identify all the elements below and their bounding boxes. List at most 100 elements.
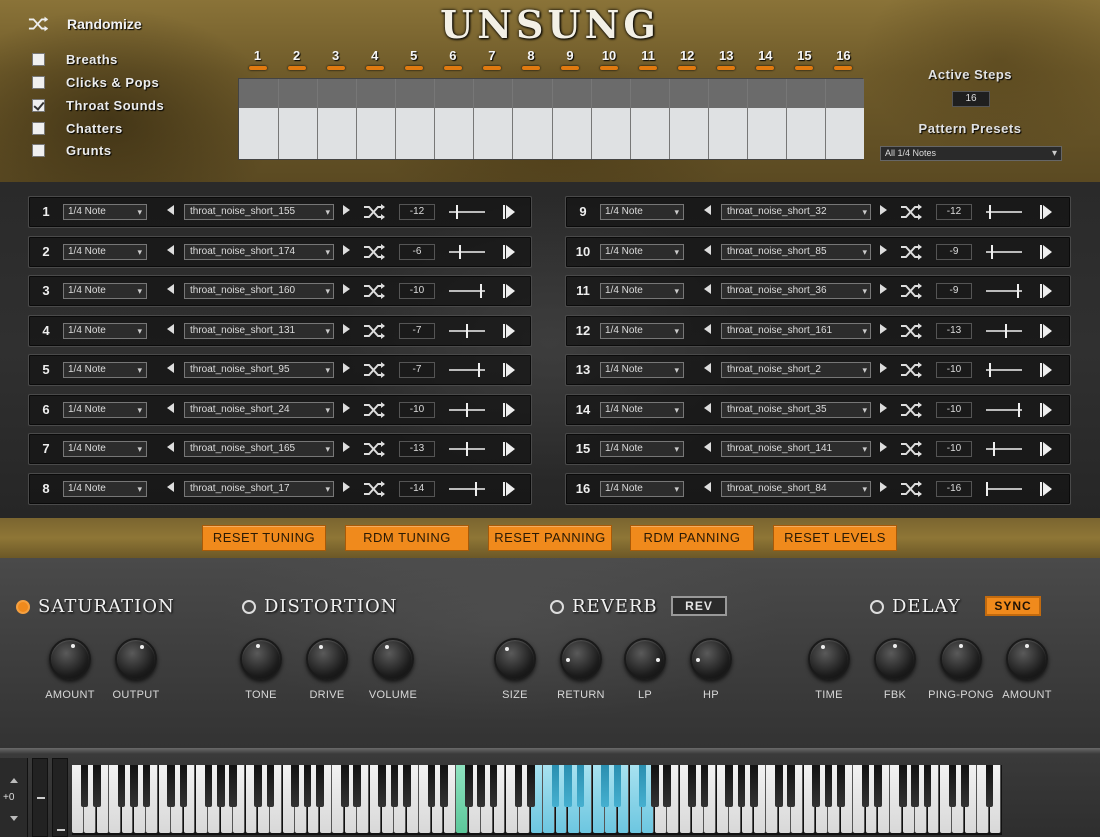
- step-number[interactable]: 1: [238, 48, 277, 70]
- next-sample-icon[interactable]: [343, 205, 350, 215]
- black-key[interactable]: [353, 765, 361, 807]
- sample-dropdown[interactable]: throat_noise_short_141: [721, 441, 871, 457]
- category-item[interactable]: Grunts: [32, 143, 112, 158]
- piano-keyboard[interactable]: [72, 765, 1002, 835]
- pan-slider-handle[interactable]: [986, 481, 988, 496]
- step-cell[interactable]: [629, 79, 669, 159]
- category-label[interactable]: Throat Sounds: [66, 98, 164, 113]
- black-key[interactable]: [440, 765, 448, 807]
- shuffle-icon[interactable]: [363, 401, 387, 419]
- category-item[interactable]: Throat Sounds: [32, 98, 164, 113]
- sample-dropdown[interactable]: throat_noise_short_160: [184, 283, 334, 299]
- play-icon[interactable]: [503, 363, 515, 377]
- active-steps-field[interactable]: 16: [952, 91, 990, 107]
- pan-slider[interactable]: [449, 402, 485, 417]
- step-cell-bottom[interactable]: [513, 108, 552, 159]
- step-cell-bottom[interactable]: [747, 108, 786, 159]
- play-icon[interactable]: [503, 323, 515, 338]
- sample-dropdown[interactable]: throat_noise_short_174: [184, 243, 334, 260]
- octave-down-icon[interactable]: [10, 816, 18, 821]
- step-cell-bottom[interactable]: [669, 108, 708, 159]
- fbk-knob[interactable]: [874, 638, 916, 680]
- black-key[interactable]: [638, 765, 647, 807]
- time-knob[interactable]: [808, 638, 850, 680]
- step-cell-top[interactable]: [357, 79, 396, 108]
- ping-pong-knob[interactable]: [940, 638, 982, 680]
- step-number[interactable]: 7: [472, 48, 511, 70]
- tuning-field[interactable]: -10: [936, 362, 972, 378]
- sample-dropdown[interactable]: throat_noise_short_131: [184, 322, 334, 339]
- black-key[interactable]: [291, 765, 299, 807]
- pan-slider-handle[interactable]: [466, 402, 468, 417]
- step-cell-bottom[interactable]: [435, 108, 474, 159]
- prev-sample-icon[interactable]: [704, 442, 711, 452]
- pan-slider-handle[interactable]: [474, 481, 477, 496]
- black-key[interactable]: [527, 765, 535, 807]
- black-key[interactable]: [266, 765, 275, 807]
- pan-slider-handle[interactable]: [991, 244, 994, 259]
- play-icon[interactable]: [1040, 205, 1052, 219]
- step-cell-bottom[interactable]: [396, 108, 435, 159]
- amount-knob[interactable]: [1006, 638, 1048, 680]
- note-length-dropdown[interactable]: 1/4 Note: [63, 362, 147, 378]
- black-key[interactable]: [204, 765, 213, 807]
- category-item[interactable]: Clicks & Pops: [32, 75, 159, 90]
- next-sample-icon[interactable]: [880, 284, 887, 294]
- prev-sample-icon[interactable]: [704, 402, 711, 413]
- step-cell-bottom[interactable]: [708, 108, 747, 159]
- pan-slider-handle[interactable]: [479, 284, 482, 298]
- black-key[interactable]: [117, 765, 126, 807]
- play-icon[interactable]: [1040, 363, 1052, 377]
- step-number[interactable]: 11: [629, 48, 668, 70]
- black-key[interactable]: [688, 765, 696, 807]
- shuffle-icon[interactable]: [900, 440, 924, 458]
- delay-header[interactable]: DELAY: [870, 596, 961, 617]
- sample-dropdown[interactable]: throat_noise_short_161: [721, 322, 871, 339]
- prev-sample-icon[interactable]: [704, 363, 711, 373]
- pan-slider-handle[interactable]: [477, 363, 480, 377]
- pan-slider[interactable]: [449, 205, 485, 219]
- output-knob[interactable]: [115, 638, 157, 680]
- category-label[interactable]: Chatters: [66, 121, 123, 136]
- step-cell-top[interactable]: [786, 79, 825, 108]
- pan-slider-handle[interactable]: [989, 205, 992, 219]
- play-icon[interactable]: [1040, 284, 1052, 298]
- black-key[interactable]: [837, 765, 845, 807]
- step-cell[interactable]: [473, 79, 513, 159]
- shuffle-icon[interactable]: [363, 322, 387, 340]
- play-icon[interactable]: [503, 284, 515, 298]
- shuffle-icon[interactable]: [900, 282, 924, 300]
- black-key[interactable]: [985, 765, 994, 807]
- pan-slider-handle[interactable]: [1018, 402, 1021, 417]
- shuffle-icon[interactable]: [900, 322, 924, 340]
- rdm-tuning-button[interactable]: RDM TUNING: [345, 525, 469, 551]
- step-cell[interactable]: [824, 79, 864, 159]
- step-number[interactable]: 13: [707, 48, 746, 70]
- sample-dropdown[interactable]: throat_noise_short_2: [721, 362, 871, 378]
- black-key[interactable]: [303, 765, 312, 807]
- reset-levels-button[interactable]: RESET LEVELS: [773, 525, 897, 551]
- black-key[interactable]: [514, 765, 523, 807]
- next-sample-icon[interactable]: [343, 363, 350, 373]
- play-icon[interactable]: [503, 481, 515, 496]
- step-cell-bottom[interactable]: [474, 108, 513, 159]
- reset-panning-button[interactable]: RESET PANNING: [488, 525, 612, 551]
- step-cell-top[interactable]: [630, 79, 669, 108]
- black-key[interactable]: [551, 765, 560, 807]
- step-grid[interactable]: [238, 78, 864, 160]
- prev-sample-icon[interactable]: [704, 323, 711, 334]
- note-length-dropdown[interactable]: 1/4 Note: [63, 283, 147, 299]
- step-cell-top[interactable]: [279, 79, 318, 108]
- category-label[interactable]: Breaths: [66, 52, 118, 67]
- sample-dropdown[interactable]: throat_noise_short_17: [184, 480, 334, 497]
- pan-slider[interactable]: [986, 363, 1022, 377]
- step-cell-top[interactable]: [708, 79, 747, 108]
- category-checkbox[interactable]: [32, 122, 45, 135]
- sample-dropdown[interactable]: throat_noise_short_35: [721, 401, 871, 418]
- black-key[interactable]: [700, 765, 709, 807]
- note-length-dropdown[interactable]: 1/4 Note: [600, 204, 684, 220]
- pan-slider[interactable]: [449, 284, 485, 298]
- black-key[interactable]: [167, 765, 175, 807]
- black-key[interactable]: [861, 765, 870, 807]
- note-length-dropdown[interactable]: 1/4 Note: [600, 243, 684, 260]
